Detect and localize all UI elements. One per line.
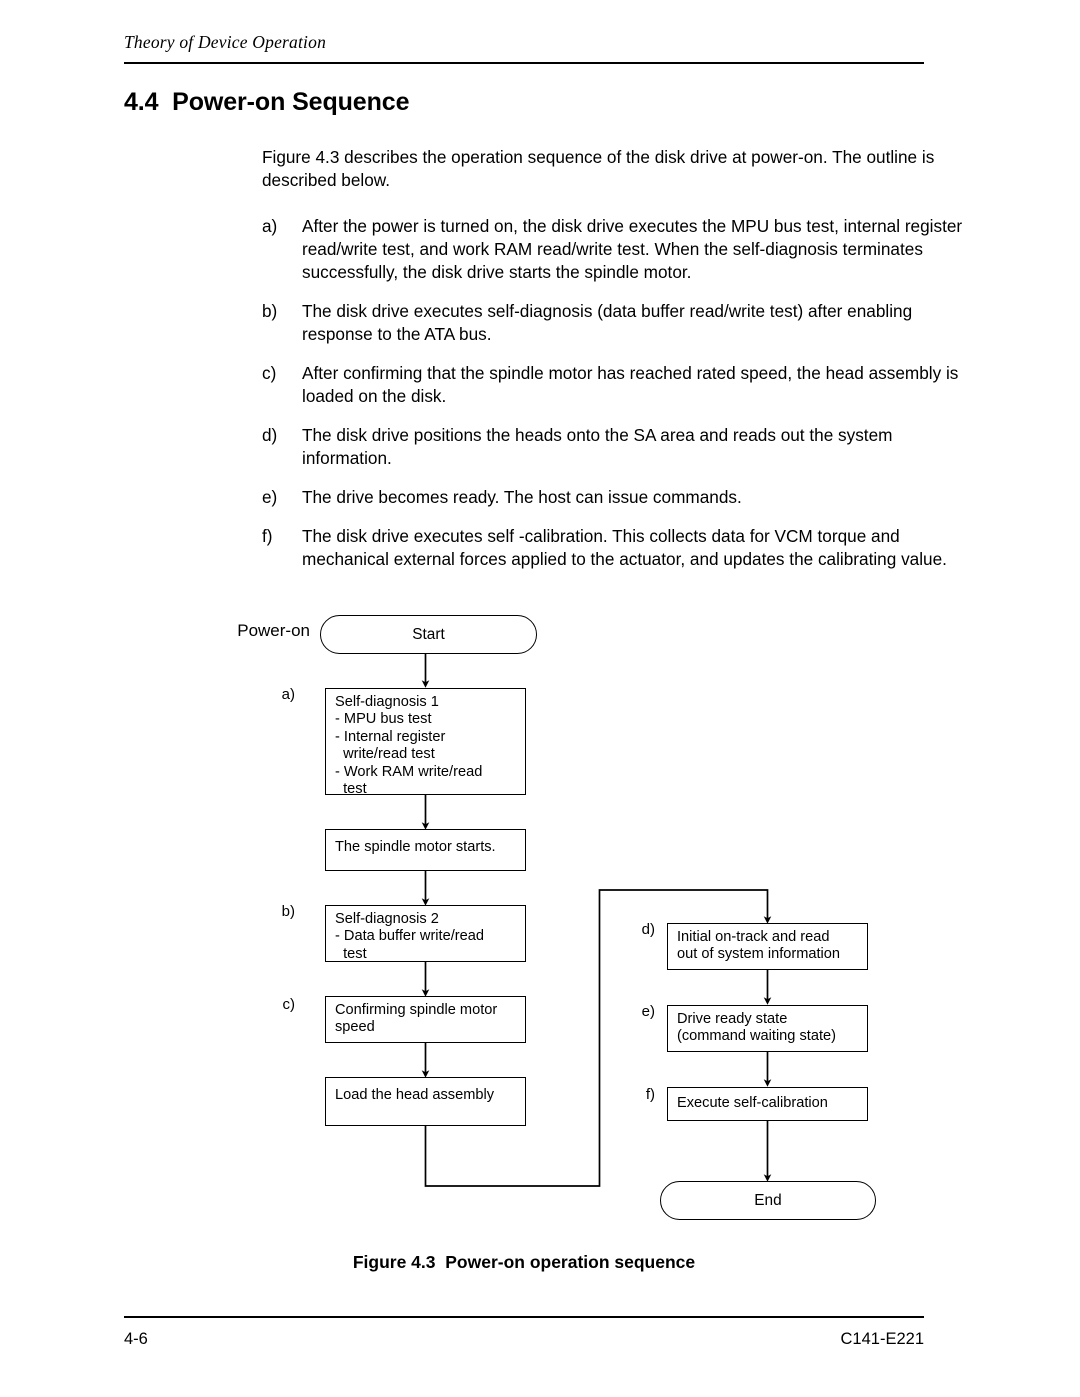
flow-node-start[interactable]: Start	[320, 615, 537, 654]
flow-node-self-diagnosis-1[interactable]: Self-diagnosis 1 - MPU bus test - Intern…	[325, 688, 526, 795]
flow-node-execute-self-calibration[interactable]: Execute self-calibration	[667, 1087, 868, 1121]
list-text-d: The disk drive positions the heads onto …	[302, 425, 893, 469]
page-title: 4.4 Power-on Sequence	[124, 88, 410, 116]
flow-step-label-f: f)	[645, 1086, 655, 1103]
list-text-f: The disk drive executes self -calibratio…	[302, 526, 947, 570]
running-head: Theory of Device Operation	[124, 32, 327, 52]
flow-node-spindle-motor-starts[interactable]: The spindle motor starts.	[325, 829, 526, 871]
list-marker-b: b)	[262, 301, 278, 321]
figure-caption: Figure 4.3 Power-on operation sequence	[352, 1252, 696, 1272]
flow-node-confirming-spindle-speed[interactable]: Confirming spindle motor speed	[325, 996, 526, 1043]
footer-rule	[124, 1316, 924, 1318]
flow-step-label-d: d)	[641, 921, 655, 938]
flow-step-label-c: c)	[282, 996, 296, 1013]
list-item-f: f) The disk drive executes self -calibra…	[262, 525, 984, 571]
flow-node-start-label: Start	[412, 625, 445, 643]
list-item-b: b) The disk drive executes self-diagnosi…	[262, 300, 984, 346]
flow-node-drive-ready-state[interactable]: Drive ready state (command waiting state…	[667, 1005, 868, 1052]
flow-node-end-label: End	[754, 1191, 782, 1209]
flow-node-self-diagnosis-2[interactable]: Self-diagnosis 2 - Data buffer write/rea…	[325, 905, 526, 962]
list-text-c: After confirming that the spindle motor …	[302, 363, 959, 407]
flow-node-load-head-assembly[interactable]: Load the head assembly	[325, 1077, 526, 1126]
power-on-label: Power-on	[237, 621, 310, 640]
flowchart-connectors	[421, 653, 772, 1187]
list-item-d: d) The disk drive positions the heads on…	[262, 424, 984, 470]
list-text-b: The disk drive executes self-diagnosis (…	[302, 301, 913, 345]
list-item-c: c) After confirming that the spindle mot…	[262, 362, 984, 408]
flow-node-initial-on-track[interactable]: Initial on-track and read out of system …	[667, 923, 868, 970]
list-text-e: The drive becomes ready. The host can is…	[302, 487, 742, 507]
flow-step-label-a: a)	[281, 686, 295, 703]
list-item-a: a) After the power is turned on, the dis…	[262, 215, 984, 285]
flow-step-label-e: e)	[641, 1003, 655, 1020]
footer-document-id: C141-E221	[840, 1330, 924, 1348]
header-rule	[124, 62, 924, 64]
list-marker-e: e)	[262, 487, 278, 507]
list-item-e: e) The drive becomes ready. The host can…	[262, 486, 984, 509]
flow-step-label-b: b)	[281, 903, 295, 920]
footer-page-number: 4-6	[124, 1330, 148, 1348]
list-marker-a: a)	[262, 216, 278, 236]
list-marker-d: d)	[262, 425, 278, 445]
list-marker-c: c)	[262, 363, 277, 383]
list-marker-f: f)	[262, 526, 273, 546]
flow-node-end[interactable]: End	[660, 1181, 876, 1220]
intro-paragraph: Figure 4.3 describes the operation seque…	[262, 147, 935, 191]
list-text-a: After the power is turned on, the disk d…	[302, 216, 963, 283]
